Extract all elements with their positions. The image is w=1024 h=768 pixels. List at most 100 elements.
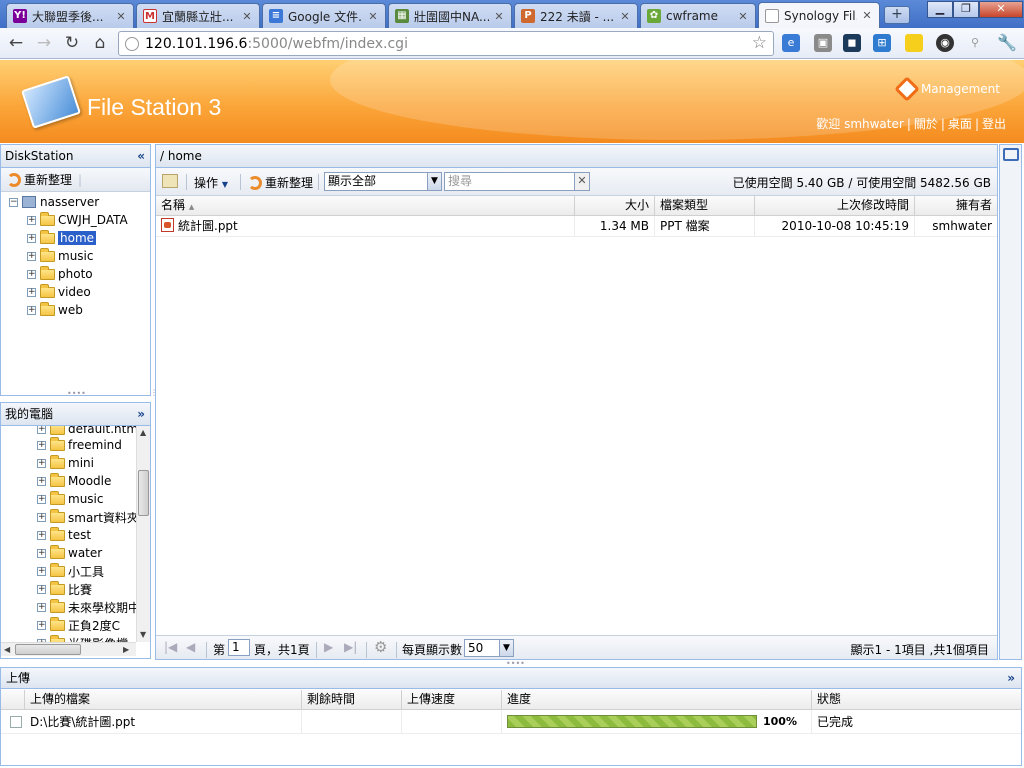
tree-folder[interactable]: + mini	[37, 454, 94, 472]
browser-tab-cwframe[interactable]: ✿ cwframe ✕	[640, 3, 756, 28]
scroll-right-icon[interactable]: ▶	[123, 645, 129, 654]
close-icon[interactable]: ✕	[241, 10, 253, 23]
expand-icon[interactable]: +	[37, 530, 46, 540]
expand-icon[interactable]: +	[37, 620, 46, 630]
expand-icon[interactable]: +	[37, 426, 46, 434]
collapse-down-icon[interactable]: »	[137, 403, 145, 425]
desktop-link[interactable]: 桌面	[948, 117, 972, 131]
browser-tab-nas[interactable]: ▦ 壯圍國中NA... ✕	[388, 3, 512, 28]
column-size[interactable]: 大小	[575, 196, 655, 215]
refresh-button[interactable]: 重新整理	[248, 174, 313, 191]
column-speed[interactable]: 上傳速度	[402, 690, 502, 709]
forward-icon[interactable]: →	[32, 32, 56, 54]
expand-icon[interactable]: +	[37, 476, 46, 486]
horizontal-scrollbar[interactable]: ◀ ▶	[1, 642, 136, 656]
notes-icon[interactable]	[905, 34, 923, 52]
tree-folder[interactable]: + video	[27, 283, 91, 301]
file-row[interactable]: 統計圖.ppt 1.34 MB PPT 檔案 2010-10-08 10:45:…	[156, 216, 997, 237]
column-progress[interactable]: 進度	[502, 690, 812, 709]
column-status[interactable]: 狀態	[812, 690, 1021, 709]
tree-folder[interactable]: + 小工具	[37, 562, 104, 580]
first-page-icon[interactable]: |◀	[164, 640, 177, 654]
minimize-button[interactable]: ▁	[927, 1, 953, 18]
expand-icon[interactable]: +	[37, 584, 46, 594]
column-type[interactable]: 檔案類型	[655, 196, 755, 215]
extension-icon[interactable]: ◼	[843, 34, 861, 52]
tree-folder[interactable]: + web	[27, 301, 83, 319]
vertical-scrollbar[interactable]: ▲ ▼	[136, 426, 150, 642]
dropdown-arrow-icon[interactable]: ▼	[427, 173, 441, 190]
tree-folder[interactable]: + freemind	[37, 436, 122, 454]
expand-icon[interactable]: +	[27, 287, 36, 297]
collapse-icon[interactable]: −	[9, 197, 18, 207]
scroll-thumb[interactable]	[138, 470, 149, 516]
close-icon[interactable]: ✕	[493, 10, 505, 23]
wrench-icon[interactable]: 🔧	[997, 34, 1017, 52]
home-icon[interactable]: ⌂	[88, 32, 112, 54]
expand-icon[interactable]: +	[37, 512, 46, 522]
tree-folder[interactable]: + water	[37, 544, 102, 562]
close-icon[interactable]: ✕	[619, 10, 631, 23]
management-link[interactable]: Management	[894, 76, 1000, 102]
tree-folder[interactable]: + photo	[27, 265, 93, 283]
tree-folder-selected[interactable]: + home	[27, 229, 97, 247]
tree-folder[interactable]: + music	[27, 247, 93, 265]
back-icon[interactable]: ←	[4, 32, 28, 54]
window-close-button[interactable]: ✕	[979, 1, 1023, 18]
dropdown-arrow-icon[interactable]: ▼	[499, 640, 513, 656]
address-bar[interactable]: 120.101.196.6 :5000/webfm/index.cgi ☆	[118, 31, 774, 56]
refresh-button[interactable]: 重新整理	[24, 171, 72, 188]
browser-tab-yahoo[interactable]: Y! 大聯盟季後... ✕	[6, 3, 134, 28]
clear-search-icon[interactable]: ✕	[574, 172, 590, 191]
resize-handle[interactable]: ••••	[67, 389, 86, 398]
about-link[interactable]: 關於	[914, 117, 938, 131]
actions-menu[interactable]: 操作 ▼	[194, 174, 228, 191]
scroll-up-icon[interactable]: ▲	[140, 428, 146, 437]
close-icon[interactable]: ✕	[367, 10, 379, 23]
browser-tab-google-docs[interactable]: ≡ Google 文件... ✕	[262, 3, 386, 28]
last-page-icon[interactable]: ▶|	[344, 640, 357, 654]
expand-icon[interactable]: +	[27, 233, 36, 243]
expand-icon[interactable]: +	[37, 602, 46, 612]
expand-icon[interactable]: +	[27, 215, 36, 225]
new-tab-button[interactable]: +	[884, 6, 910, 24]
tree-folder[interactable]: + smart資料夾	[37, 508, 139, 526]
column-remaining[interactable]: 剩餘時間	[302, 690, 402, 709]
tree-folder[interactable]: + 未來學校期中	[37, 598, 140, 616]
scroll-thumb[interactable]	[15, 644, 81, 655]
extension-icon[interactable]: ▣	[814, 34, 832, 52]
extension-icon[interactable]: ◉	[936, 34, 954, 52]
page-number-input[interactable]: 1	[228, 639, 250, 656]
column-modified[interactable]: 上次修改時間	[755, 196, 915, 215]
expand-icon[interactable]: +	[37, 548, 46, 558]
filter-select[interactable]: 顯示全部 ▼	[324, 172, 442, 191]
reload-icon[interactable]: ⚙	[374, 638, 387, 656]
reload-icon[interactable]: ↻	[60, 32, 84, 54]
help-book-icon[interactable]	[1003, 148, 1019, 161]
collapse-down-icon[interactable]: »	[1007, 668, 1015, 688]
expand-icon[interactable]: +	[27, 269, 36, 279]
tree-folder[interactable]: + test	[37, 526, 91, 544]
expand-icon[interactable]: +	[37, 494, 46, 504]
close-icon[interactable]: ✕	[861, 9, 873, 22]
search-input[interactable]: 搜尋 ✕	[444, 172, 590, 191]
expand-icon[interactable]: +	[27, 305, 36, 315]
column-name[interactable]: 名稱 ▲	[156, 196, 575, 215]
browser-tab-plurk[interactable]: P 222 未讀 - ... ✕	[514, 3, 638, 28]
browser-tab-gmail[interactable]: M 宜蘭縣立壯... ✕	[136, 3, 260, 28]
per-page-select[interactable]: 50 ▼	[464, 639, 514, 657]
tree-folder[interactable]: + Moodle	[37, 472, 111, 490]
tree-folder[interactable]: + 正負2度C	[37, 616, 120, 634]
row-checkbox[interactable]	[10, 716, 22, 728]
extension-icon[interactable]: ⊞	[873, 34, 891, 52]
expand-icon[interactable]: +	[37, 440, 46, 450]
tree-folder[interactable]: + CWJH_DATA	[27, 211, 128, 229]
expand-icon[interactable]: +	[27, 251, 36, 261]
maximize-button[interactable]: ❐	[953, 1, 979, 18]
expand-icon[interactable]: +	[37, 566, 46, 576]
parent-folder-icon[interactable]	[162, 174, 178, 188]
tree-folder[interactable]: + music	[37, 490, 103, 508]
star-icon[interactable]: ☆	[752, 33, 767, 53]
close-icon[interactable]: ✕	[115, 10, 127, 23]
upload-row[interactable]: D:\比賽\統計圖.ppt 100% 已完成	[1, 710, 1021, 734]
